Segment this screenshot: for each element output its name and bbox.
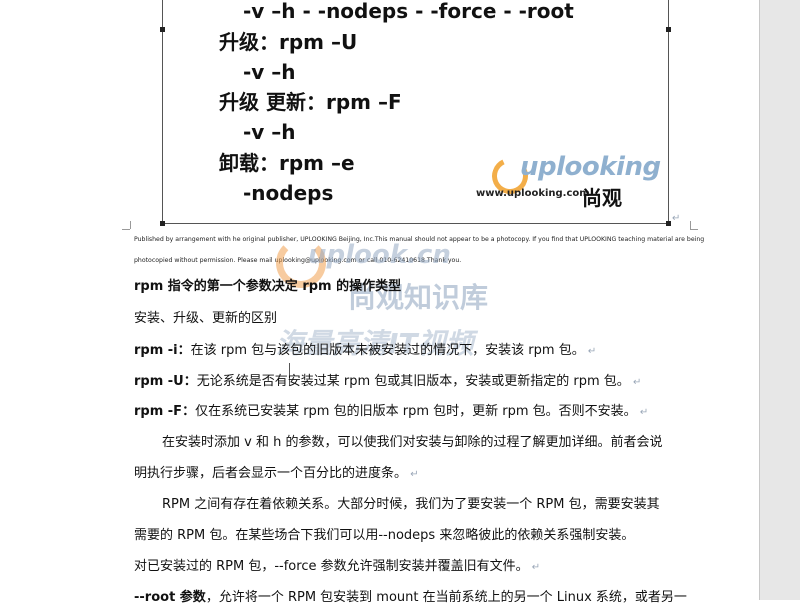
item-text: 仅在系统已安装某 rpm 包的旧版本 rpm 包时，更新 rpm 包。否则不安装… bbox=[195, 404, 637, 419]
document-page-edge bbox=[759, 0, 800, 600]
paragraph-mark-icon: ↵ bbox=[672, 213, 681, 224]
watermark-brand: uplook.cn bbox=[308, 240, 451, 270]
paragraph-deps-line2: 需要的 RPM 包。在某些场合下我们可以用--nodeps 来忽略彼此的依赖关系… bbox=[134, 528, 635, 543]
item-text: 无论系统是否有安装过某 rpm 包或其旧版本，安装或更新指定的 rpm 包。 bbox=[196, 374, 630, 389]
section-heading: rpm 指令的第一个参数决定 rpm 的操作类型 bbox=[134, 279, 402, 294]
slide-line-options: -v –h - -nodeps - -force - -root bbox=[243, 0, 574, 23]
slide-line-upgrade-opts: -v –h bbox=[243, 60, 296, 84]
item-key: rpm -i： bbox=[134, 343, 191, 358]
paragraph-root: --root 参数，允许将一个 RPM 包安装到 mount 在当前系统上的另一… bbox=[134, 589, 687, 607]
resize-handle[interactable] bbox=[160, 221, 165, 226]
margin-mark bbox=[122, 229, 130, 230]
paragraph-vh-line2: 明执行步骤，后者会显示一个百分比的进度条。 ↵ bbox=[134, 466, 419, 481]
paragraph-text: 对已安装过的 RPM 包，--force 参数允许强制安装并覆盖旧有文件。 bbox=[134, 559, 529, 574]
slide-line-freshen: 升级 更新：rpm –F bbox=[219, 90, 402, 114]
paragraph-deps-line1: RPM 之间有存在着依赖关系。大部分时候，我们为了要安装一个 RPM 包，需要安… bbox=[162, 497, 660, 512]
resize-handle[interactable] bbox=[666, 221, 671, 226]
item-text: 在该 rpm 包与该包的旧版本未被安装过的情况下，安装该 rpm 包。 bbox=[190, 343, 585, 358]
logo-url: www.uplooking.com bbox=[476, 188, 590, 199]
paragraph-text: ，允许将一个 RPM 包安装到 mount 在当前系统上的另一个 Linux 系… bbox=[205, 590, 687, 605]
resize-handle[interactable] bbox=[160, 27, 165, 32]
logo-cn: 尚观 bbox=[582, 186, 622, 210]
resize-handle[interactable] bbox=[666, 27, 671, 32]
uplooking-logo: uplooking www.uplooking.com 尚观 bbox=[472, 152, 662, 212]
margin-mark bbox=[130, 221, 131, 229]
item-key: rpm -U： bbox=[134, 374, 197, 389]
paragraph-text: 明执行步骤，后者会显示一个百分比的进度条。 bbox=[134, 466, 408, 481]
paragraph-force: 对已安装过的 RPM 包，--force 参数允许强制安装并覆盖旧有文件。 ↵ bbox=[134, 559, 541, 574]
item-rpm-u: rpm -U：无论系统是否有安装过某 rpm 包或其旧版本，安装或更新指定的 r… bbox=[134, 374, 642, 389]
item-rpm-f: rpm -F：仅在系统已安装某 rpm 包的旧版本 rpm 包时，更新 rpm … bbox=[134, 404, 649, 419]
slide-line-freshen-opts: -v –h bbox=[243, 120, 296, 144]
paragraph-vh-line1: 在安装时添加 v 和 h 的参数，可以使我们对安装与卸除的过程了解更加详细。前者… bbox=[162, 435, 663, 450]
section-subheading: 安装、升级、更新的区别 bbox=[134, 311, 278, 326]
slide-line-upgrade: 升级：rpm –U bbox=[219, 30, 358, 54]
slide-line-erase: 卸载：rpm –e bbox=[219, 151, 355, 175]
copyright-notice-line1: Published by arrangement with he origina… bbox=[134, 236, 705, 243]
item-key: rpm -F： bbox=[134, 404, 196, 419]
item-rpm-i: rpm -i：在该 rpm 包与该包的旧版本未被安装过的情况下，安装该 rpm … bbox=[134, 343, 597, 358]
margin-mark bbox=[690, 229, 698, 230]
paragraph-key: --root 参数 bbox=[134, 590, 206, 605]
logo-brand: uplooking bbox=[520, 152, 661, 182]
margin-mark bbox=[690, 221, 691, 229]
slide-line-erase-opts: -nodeps bbox=[243, 181, 334, 205]
